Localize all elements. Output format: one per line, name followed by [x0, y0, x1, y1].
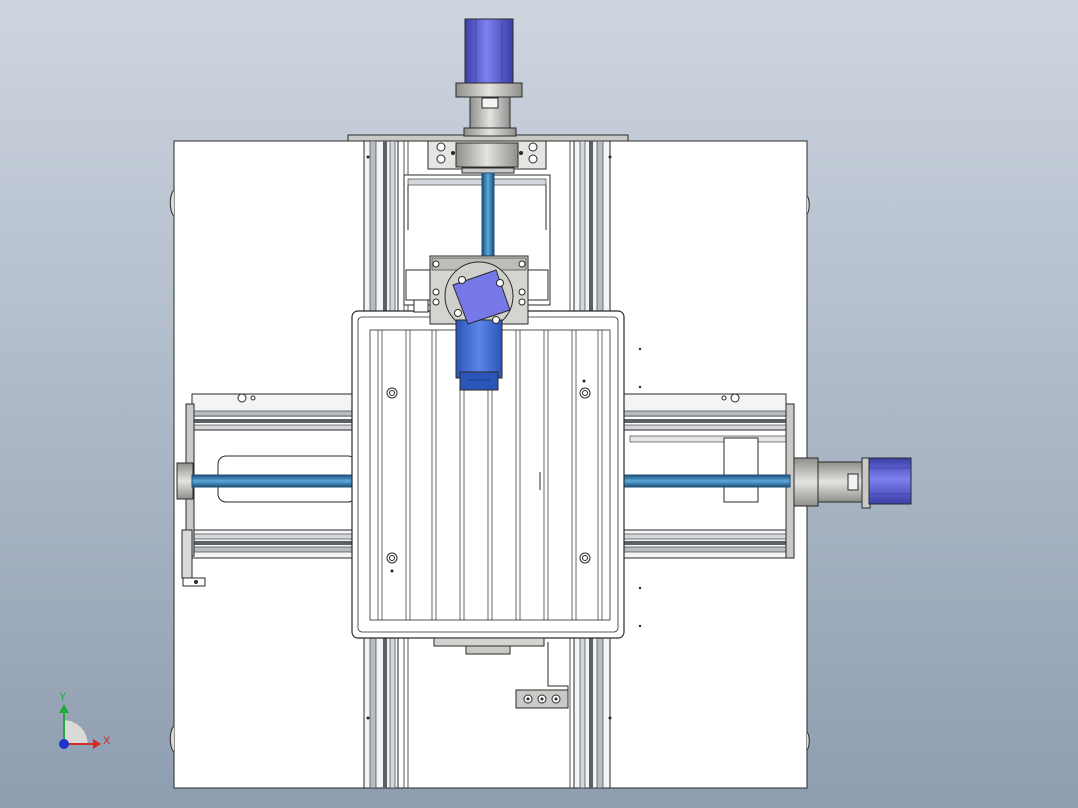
x-axis-servo-motor[interactable]: [793, 457, 912, 509]
cad-viewport[interactable]: Y X: [0, 0, 1078, 808]
y-motor-mount-block[interactable]: [427, 140, 547, 174]
triad-y-label: Y: [59, 691, 67, 703]
triad-z-axis: [59, 739, 69, 749]
triad-x-label: X: [103, 735, 111, 747]
cad-model-drawing[interactable]: Y X: [0, 0, 1078, 808]
carriage-stepper-motor[interactable]: [452, 269, 511, 391]
y-axis-ball-screw[interactable]: [481, 172, 495, 264]
